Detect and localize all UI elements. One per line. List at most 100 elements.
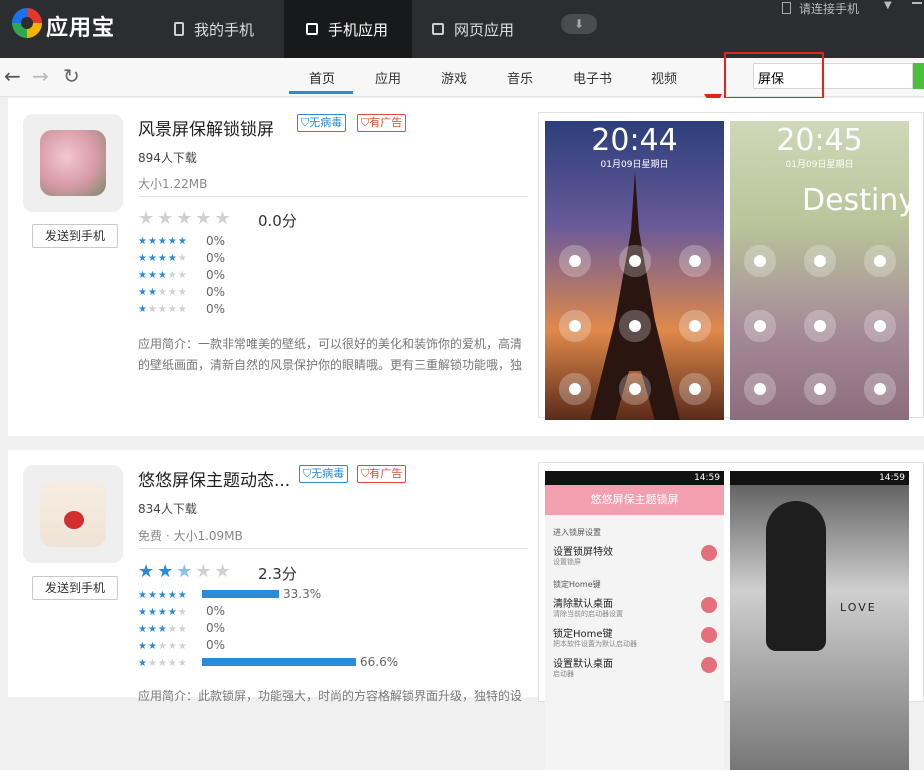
active-category-indicator <box>289 91 353 94</box>
rating-pct-5: 33.3% <box>283 587 322 601</box>
virus-free-badge: ⛉无病毒 <box>299 465 349 483</box>
minimize-icon[interactable] <box>912 2 922 4</box>
pattern-dot <box>874 255 886 267</box>
wallpaper-text: LOVE <box>840 601 877 614</box>
rating-score: 2.3分 <box>258 565 297 583</box>
rating-row-1: ★★★★★ <box>138 658 188 669</box>
settings-item-sub: 清除当前的启动器设置 <box>553 610 623 618</box>
tab-my-phone[interactable]: 我的手机 <box>160 0 284 58</box>
lock-date: 01月09日星期日 <box>600 160 669 170</box>
category-video[interactable]: 视频 <box>651 68 677 87</box>
shield-icon: ⛉ <box>361 467 370 480</box>
rating-score: 0.0分 <box>258 212 297 230</box>
connect-label: 请连接手机 <box>799 2 860 16</box>
category-games[interactable]: 游戏 <box>441 68 467 87</box>
settings-item: 设置锁屏特效 <box>553 547 613 558</box>
rating-stars: ★★★★★ <box>138 561 234 582</box>
chevron-right-icon <box>701 657 717 673</box>
pattern-dot <box>874 320 886 332</box>
rating-row-4: ★★★★★ <box>138 253 188 264</box>
settings-item: 设置默认桌面 <box>553 659 613 670</box>
rating-stars: ★★★★★ <box>138 208 234 229</box>
rating-row-2: ★★★★★ <box>138 287 188 298</box>
rating-pct-3: 0% <box>206 268 226 282</box>
send-to-phone-button[interactable]: 发送到手机 <box>32 576 118 600</box>
pattern-dot <box>689 320 701 332</box>
bag-icon <box>306 23 318 35</box>
wallpaper-text: Destiny <box>802 183 909 218</box>
settings-section: 进入锁屏设置 <box>553 528 601 537</box>
rating-row-4: ★★★★★ <box>138 607 188 618</box>
app-card[interactable]: 发送到手机 悠悠屏保主题动态... ⛉无病毒 ⛉有广告 834人下载 免费 · … <box>8 450 924 770</box>
search-button[interactable] <box>913 63 924 89</box>
app-title[interactable]: 风景屏保解锁锁屏 <box>138 115 274 140</box>
pattern-dot <box>629 255 641 267</box>
screenshot-image[interactable]: 20:45 01月09日星期日 Destiny <box>730 121 909 420</box>
shield-icon: ⛉ <box>301 116 310 129</box>
app-card[interactable]: 发送到手机 风景屏保解锁锁屏 ⛉无病毒 ⛉有广告 894人下载 大小1.22MB… <box>8 98 924 436</box>
lock-time: 20:44 <box>591 123 678 158</box>
phone-connect-icon <box>782 2 791 14</box>
app-logo-icon <box>12 8 42 38</box>
category-ebooks[interactable]: 电子书 <box>573 68 612 87</box>
rating-row-1: ★★★★★ <box>138 304 188 315</box>
app-title[interactable]: 悠悠屏保主题动态... <box>138 466 290 491</box>
pattern-dot <box>874 383 886 395</box>
web-icon <box>432 23 444 35</box>
rating-pct-1: 0% <box>206 302 226 316</box>
download-count: 834人下载 <box>138 502 197 516</box>
pattern-dot <box>629 320 641 332</box>
virus-free-badge: ⛉无病毒 <box>297 114 347 132</box>
category-home[interactable]: 首页 <box>309 68 335 87</box>
screenshots-panel: 20:44 01月09日星期日 20:45 01月09日星期日 Destiny <box>538 112 924 420</box>
shield-icon: ⛉ <box>303 467 312 480</box>
download-icon: ⬇ <box>573 17 585 31</box>
has-ads-badge: ⛉有广告 <box>357 465 407 483</box>
rating-row-2: ★★★★★ <box>138 641 188 652</box>
rating-pct-3: 0% <box>206 621 226 635</box>
shield-icon: ⛉ <box>361 116 370 129</box>
brand-name: 应用宝 <box>46 16 116 41</box>
settings-item-sub: 把本软件设置为默认启动器 <box>553 640 637 648</box>
rating-pct-5: 0% <box>206 234 226 248</box>
pattern-dot <box>814 383 826 395</box>
rating-row-3: ★★★★★ <box>138 624 188 635</box>
tab-label: 网页应用 <box>454 20 515 39</box>
connect-phone-link[interactable]: 请连接手机 <box>782 0 859 17</box>
divider <box>138 196 528 197</box>
app-icon-container[interactable] <box>23 114 123 212</box>
tab-label: 我的手机 <box>194 20 255 39</box>
settings-section: 锁定Home键 <box>553 580 601 589</box>
screenshot-image[interactable]: 20:44 01月09日星期日 <box>545 121 724 420</box>
highlight-box <box>724 52 824 99</box>
tab-phone-apps[interactable]: 手机应用 <box>284 0 412 58</box>
settings-item: 锁定Home键 <box>553 629 613 640</box>
app-size: 大小1.22MB <box>138 177 208 191</box>
app-header: 悠悠屏保主题锁屏 <box>545 485 724 515</box>
forward-arrow-icon[interactable]: → <box>32 64 49 88</box>
refresh-icon[interactable]: ↻ <box>63 64 80 88</box>
has-ads-badge: ⛉有广告 <box>357 114 407 132</box>
app-icon-container[interactable] <box>23 465 123 563</box>
category-apps[interactable]: 应用 <box>375 68 401 87</box>
rating-pct-2: 0% <box>206 285 226 299</box>
chevron-right-icon <box>701 627 717 643</box>
menu-dropdown-icon[interactable]: ▼ <box>884 0 892 11</box>
download-manager-button[interactable]: ⬇ <box>561 14 597 34</box>
send-to-phone-button[interactable]: 发送到手机 <box>32 224 118 248</box>
category-music[interactable]: 音乐 <box>507 68 533 87</box>
app-description: 应用简介：一款非常唯美的壁纸，可以很好的美化和装饰你的爱机，高清的壁纸画面，清新… <box>138 337 523 372</box>
screenshot-image[interactable]: 14:59 LOVE <box>730 471 909 770</box>
settings-item-sub: 设置锁屏 <box>553 558 581 566</box>
rating-pct-1: 66.6% <box>360 655 399 669</box>
download-count: 894人下载 <box>138 151 197 165</box>
tab-web-apps[interactable]: 网页应用 <box>416 0 546 58</box>
settings-item-sub: 启动器 <box>553 670 574 678</box>
pattern-dot <box>629 383 641 395</box>
back-arrow-icon[interactable]: ← <box>4 64 21 88</box>
top-bar: 应用宝 我的手机 手机应用 网页应用 ⬇ 请连接手机 ▼ <box>0 0 924 58</box>
pattern-dot <box>814 320 826 332</box>
screenshot-image[interactable]: 14:59 悠悠屏保主题锁屏 进入锁屏设置 设置锁屏特效 设置锁屏 锁定Home… <box>545 471 724 770</box>
pattern-dot <box>689 383 701 395</box>
status-bar: 14:59 <box>730 471 909 485</box>
